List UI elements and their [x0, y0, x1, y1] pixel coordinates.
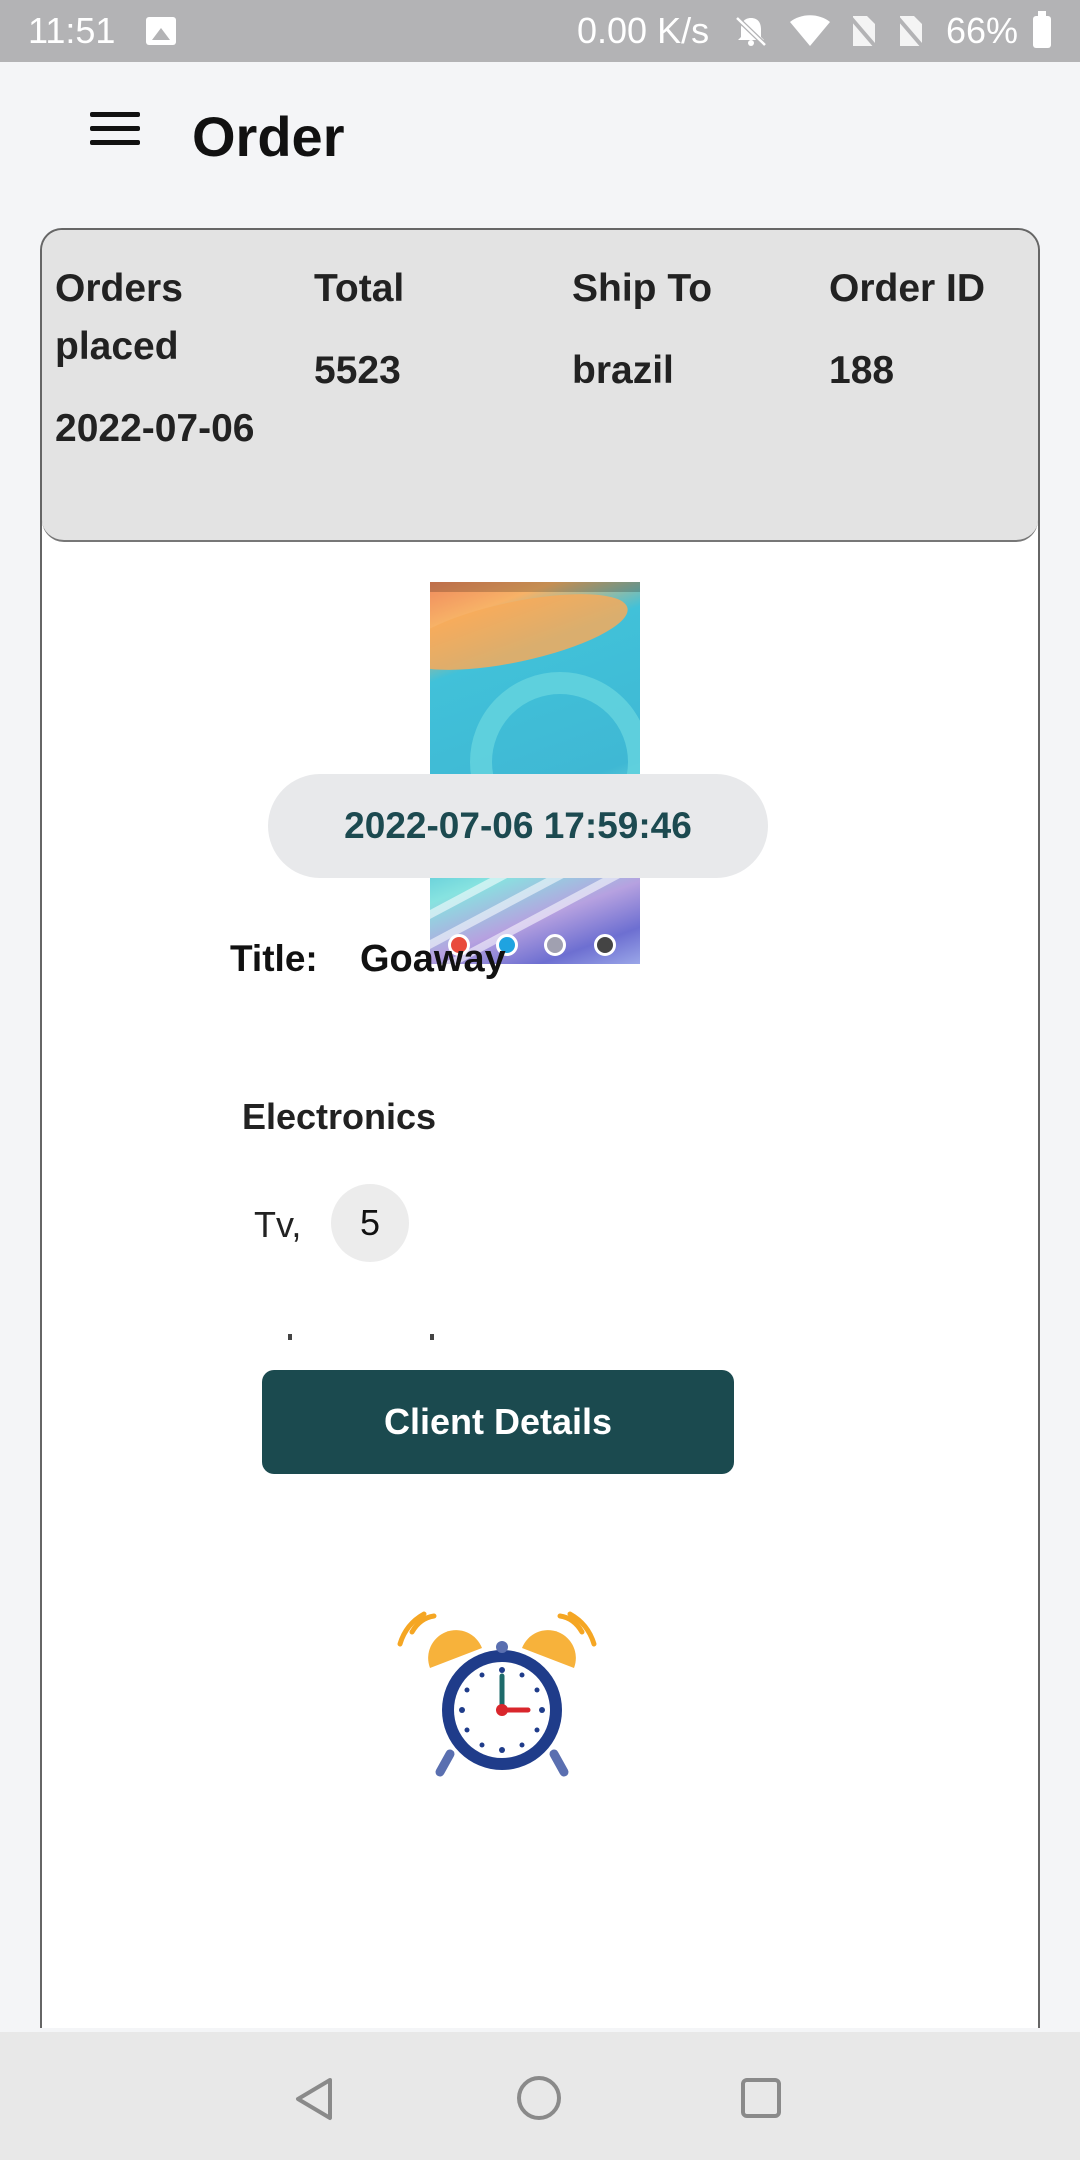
ship-to-value: brazil: [572, 349, 674, 392]
system-navigation-bar: [0, 2032, 1080, 2160]
home-icon[interactable]: [517, 2076, 561, 2120]
total-value: 5523: [314, 349, 401, 392]
order-id-column: Order ID 188: [829, 260, 985, 400]
client-details-button[interactable]: Client Details: [262, 1370, 734, 1474]
camera-icon: [594, 934, 616, 956]
orders-placed-value: 2022-07-06: [55, 407, 255, 450]
thumbnail-status-bar: [430, 582, 640, 592]
clipped-text: [242, 1334, 442, 1342]
battery-icon: [1033, 11, 1051, 48]
status-time: 11:51: [28, 10, 116, 51]
ship-to-column: Ship To brazil: [572, 260, 712, 400]
order-timestamp-pill: 2022-07-06 17:59:46: [268, 774, 768, 878]
item-name: Tv,: [254, 1204, 302, 1245]
total-label: Total: [314, 267, 405, 310]
thumbnail-wave: [430, 582, 634, 686]
category-heading: Electronics: [242, 1096, 437, 1137]
app-icon: [544, 934, 566, 956]
no-sim-icon: [849, 16, 877, 48]
no-sim-icon: [896, 16, 924, 48]
order-id-label: Order ID: [829, 267, 986, 310]
recent-apps-icon[interactable]: [741, 2078, 781, 2118]
product-image[interactable]: [430, 582, 640, 964]
back-icon[interactable]: [292, 2076, 338, 2122]
status-bar: 11:51 0.00 K/s 66%: [0, 0, 1080, 62]
order-summary-header: Orders placed 2022-07-06 Total 5523 Ship…: [42, 230, 1038, 542]
wifi-icon: [790, 15, 830, 46]
image-icon: [146, 17, 176, 45]
total-column: Total 5523: [314, 260, 404, 400]
order-id-value: 188: [829, 349, 895, 392]
title-value: Goaway: [360, 938, 506, 980]
hamburger-menu-icon[interactable]: [90, 112, 140, 146]
network-speed: 0.00 K/s: [577, 10, 710, 51]
alarm-clock-icon: [397, 1611, 597, 1777]
title-label: Title:: [230, 938, 318, 979]
page-title: Order: [192, 105, 345, 168]
item-quantity-badge: 5: [331, 1184, 409, 1262]
ship-to-label: Ship To: [572, 267, 713, 310]
bell-muted-icon: [735, 16, 767, 47]
battery-percent: 66%: [946, 10, 1019, 51]
orders-placed-column: Orders placed 2022-07-06: [55, 260, 275, 458]
orders-placed-label: Orders placed: [55, 267, 183, 368]
